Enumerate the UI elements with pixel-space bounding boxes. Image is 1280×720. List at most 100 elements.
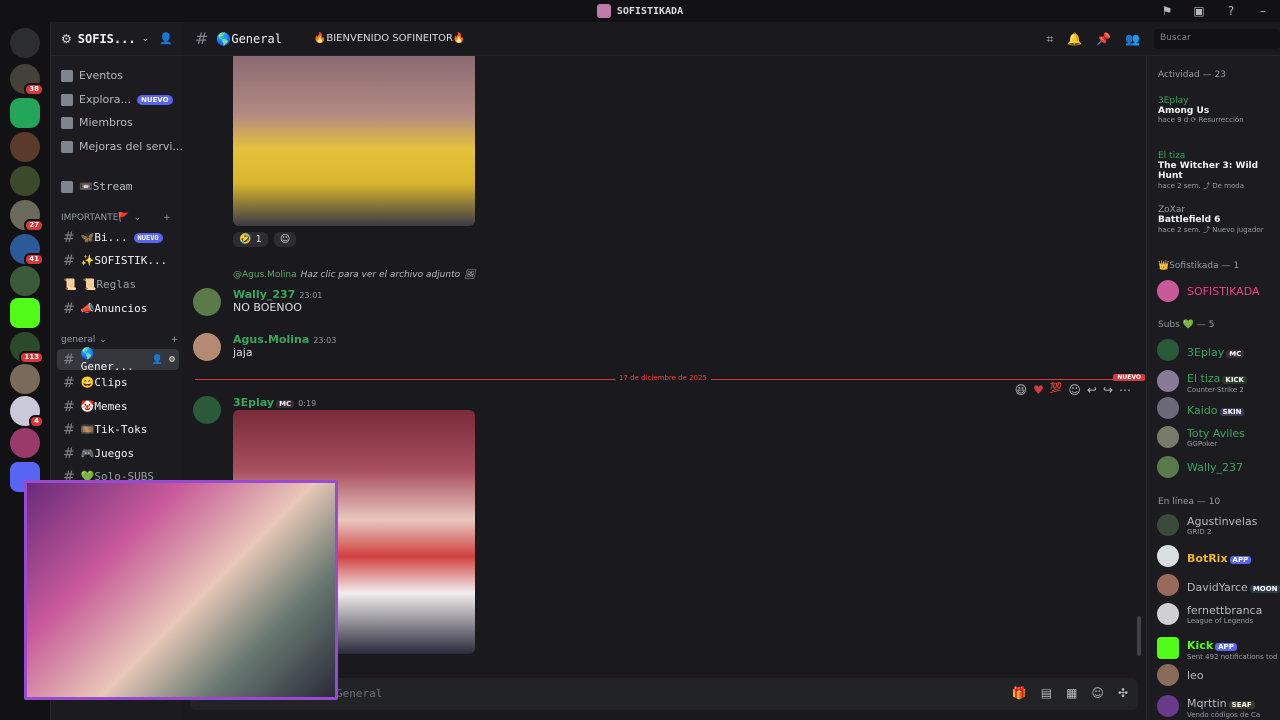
channel-item[interactable]: 📜 📜Reglas bbox=[57, 274, 179, 295]
channel-item[interactable]: # 🤡Memes bbox=[57, 396, 179, 417]
emoji-react-icon[interactable]: 😆 bbox=[1015, 383, 1028, 397]
server-icon[interactable]: 113 bbox=[10, 332, 44, 364]
activity-card[interactable]: 3Eplay Among Us hace 9 d ⟳ Resurrección bbox=[1158, 96, 1276, 124]
plus-icon[interactable]: + bbox=[171, 335, 179, 345]
channel-item[interactable]: # 😄Clips bbox=[57, 372, 179, 393]
avatar[interactable] bbox=[193, 396, 221, 424]
search-input[interactable]: Buscar bbox=[1154, 29, 1280, 49]
member-item[interactable]: Agustinvelas GRID 2 bbox=[1157, 514, 1280, 536]
server-icon[interactable]: 4 bbox=[10, 396, 44, 428]
member-item[interactable]: DavidYarce MOON bbox=[1157, 574, 1280, 596]
reaction-chip[interactable]: 🤣 1 bbox=[233, 232, 268, 247]
apps-icon[interactable]: ✣ bbox=[1118, 686, 1128, 700]
hash-icon: # bbox=[63, 229, 75, 246]
server-icon[interactable]: 27 bbox=[10, 200, 44, 232]
member-item[interactable]: SOFISTIKADA bbox=[1157, 280, 1280, 302]
date-divider: 17 de diciembre de 2025 NUEVO bbox=[195, 374, 1145, 382]
plus-icon[interactable]: + bbox=[163, 213, 171, 223]
avatar bbox=[1157, 664, 1179, 686]
threads-icon[interactable]: ⌗ bbox=[1046, 32, 1053, 47]
members-list-icon[interactable]: 👥 bbox=[1125, 32, 1140, 47]
scrollbar[interactable] bbox=[1137, 616, 1141, 656]
nav-eventos[interactable]: Eventos bbox=[61, 69, 123, 82]
member-item[interactable]: Kaido SKIN bbox=[1157, 397, 1280, 419]
channel-item[interactable]: # 📣Anuncios bbox=[57, 298, 179, 319]
avatar[interactable] bbox=[193, 288, 221, 316]
activity-header: Actividad — 23 bbox=[1158, 70, 1226, 80]
channel-item[interactable]: # 🎮Juegos bbox=[57, 443, 179, 464]
message: Wally_237 23:01 NO BOENOO bbox=[233, 288, 322, 314]
kick-server-icon[interactable] bbox=[10, 298, 40, 328]
member-item[interactable]: fernettbranca League of Legends bbox=[1157, 603, 1280, 625]
hash-icon: # bbox=[63, 398, 75, 415]
reply-icon[interactable]: ↩ bbox=[1087, 383, 1097, 397]
gift-icon[interactable]: 🎁 bbox=[1012, 686, 1027, 700]
category-general[interactable]: general ⌄ + bbox=[61, 335, 178, 345]
activity-card[interactable]: El tiza The Witcher 3: Wild Hunt hace 2 … bbox=[1158, 151, 1276, 191]
message-author[interactable]: 3Eplay MC 0:19 bbox=[233, 396, 316, 409]
nav-explora[interactable]: Explora... NUEVO bbox=[61, 93, 173, 106]
role-header: Subs 💚 — 5 bbox=[1158, 320, 1215, 330]
message-author[interactable]: Wally_237 23:01 bbox=[233, 288, 322, 301]
add-member-icon[interactable]: 👤 bbox=[152, 355, 163, 365]
avatar bbox=[1157, 426, 1179, 448]
sticker-icon[interactable]: ▦ bbox=[1066, 686, 1077, 700]
add-reaction-button[interactable]: ☺ bbox=[273, 232, 297, 247]
gear-icon: ⚙ bbox=[61, 31, 72, 46]
member-item[interactable]: Kick APP Sent 492 notifications tod bbox=[1157, 634, 1280, 661]
gif-icon[interactable]: ▤ bbox=[1041, 686, 1052, 700]
add-reaction-icon[interactable]: ☺ bbox=[1068, 383, 1081, 397]
bell-icon[interactable]: 🔔 bbox=[1067, 32, 1082, 47]
forward-icon[interactable]: ↪ bbox=[1103, 383, 1113, 397]
server-icon[interactable] bbox=[10, 428, 40, 458]
discord-home-icon[interactable] bbox=[10, 28, 40, 58]
server-icon[interactable] bbox=[10, 266, 40, 296]
gear-icon[interactable]: ⚙ bbox=[169, 354, 175, 365]
member-item[interactable]: Mqrttin SEAF Vendo códigos de Ca bbox=[1157, 692, 1280, 719]
hundred-react-icon[interactable]: 💯 bbox=[1050, 383, 1062, 397]
chevron-down-icon: ⌄ bbox=[141, 33, 150, 44]
channel-item[interactable]: # ✨SOFISTIK... bbox=[57, 250, 179, 271]
member-item[interactable]: El tiza KICK Counter-Strike 2 bbox=[1157, 367, 1280, 394]
heart-react-icon[interactable]: ♥ bbox=[1033, 383, 1044, 397]
server-icon[interactable] bbox=[10, 364, 40, 394]
activity-card[interactable]: ZoXar Battlefield 6 hace 2 sem. ⤴ Nuevo … bbox=[1158, 205, 1276, 235]
member-item[interactable]: leo bbox=[1157, 664, 1280, 686]
window-title: SOFISTIKADA bbox=[596, 4, 683, 18]
channel-item[interactable]: # 🦋Bi... NUEVO bbox=[57, 227, 179, 248]
server-icon[interactable] bbox=[10, 98, 40, 128]
flag-icon[interactable]: ⚑ bbox=[1160, 4, 1174, 18]
inbox-icon[interactable]: ▣ bbox=[1192, 4, 1206, 18]
image-attachment[interactable] bbox=[233, 56, 475, 226]
reply-reference[interactable]: @Agus.Molina Haz clic para ver el archiv… bbox=[233, 270, 476, 280]
nav-mejoras[interactable]: Mejoras del servi... bbox=[61, 140, 183, 153]
add-member-icon[interactable]: 👤 bbox=[159, 32, 173, 45]
avatar bbox=[1157, 369, 1179, 392]
category-importante[interactable]: IMPORTANTE🚩 ⌄ + bbox=[61, 213, 171, 223]
member-item[interactable]: Wally_237 bbox=[1157, 456, 1280, 478]
title-bar: SOFISTIKADA ⚑ ▣ ? – bbox=[0, 0, 1280, 22]
avatar bbox=[1157, 545, 1179, 567]
nav-miembros[interactable]: Miembros bbox=[61, 116, 133, 129]
server-header[interactable]: ⚙ SOFIS... ⌄ 👤 bbox=[51, 22, 183, 56]
channel-item[interactable]: # 🎞️Tik-Toks bbox=[57, 419, 179, 440]
member-item[interactable]: 3Eplay MC bbox=[1157, 339, 1280, 361]
help-icon[interactable]: ? bbox=[1224, 4, 1238, 18]
avatar bbox=[1157, 456, 1179, 478]
member-item[interactable]: BotRix APP bbox=[1157, 545, 1280, 567]
server-icon[interactable] bbox=[10, 166, 40, 196]
server-icon[interactable] bbox=[10, 132, 40, 162]
pin-icon[interactable]: 📌 bbox=[1096, 32, 1111, 47]
more-icon[interactable]: ⋯ bbox=[1119, 383, 1131, 397]
speaker-icon bbox=[61, 180, 73, 193]
server-icon[interactable]: 38 bbox=[10, 64, 44, 96]
channel-item-active[interactable]: # 🌎Gener... 👤 ⚙ bbox=[57, 347, 179, 373]
message-author[interactable]: Agus.Molina 23:03 bbox=[233, 333, 336, 346]
avatar[interactable] bbox=[193, 333, 221, 361]
member-list: Actividad — 23 3Eplay Among Us hace 9 d … bbox=[1146, 56, 1280, 720]
emoji-icon[interactable]: ☺ bbox=[1091, 686, 1104, 700]
server-icon[interactable]: 41 bbox=[10, 234, 44, 266]
channel-stream[interactable]: 📼Stream bbox=[61, 180, 132, 193]
member-item[interactable]: Toty Aviles GGPoker bbox=[1157, 426, 1280, 448]
minimize-icon[interactable]: – bbox=[1256, 4, 1270, 18]
